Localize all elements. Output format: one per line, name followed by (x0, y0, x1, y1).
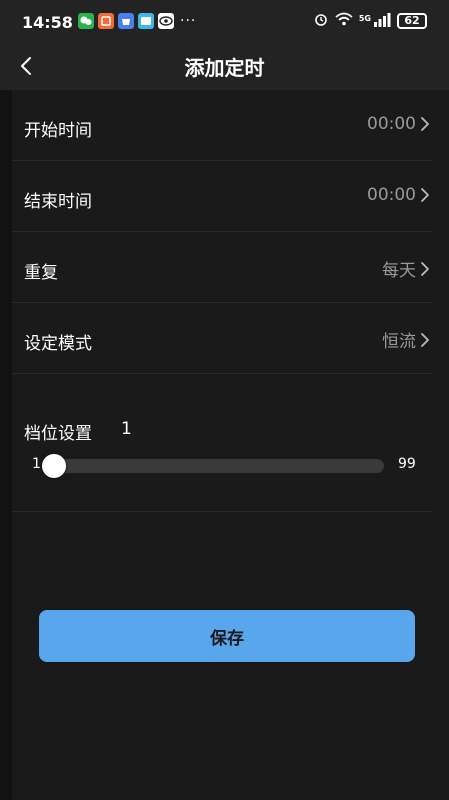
end-time-value-wrap: 00:00 (367, 185, 432, 205)
repeat-label: 重复 (24, 263, 58, 283)
eye-icon (158, 13, 174, 29)
gear-value: 1 (121, 419, 132, 439)
status-right: 5G 62 (313, 11, 427, 31)
mode-value: 恒流 (382, 332, 416, 352)
content-area: 开始时间 00:00 结束时间 00:00 重复 每天 设定模式 恒流 档位设置… (12, 90, 449, 800)
more-notifications-icon: ··· (180, 13, 197, 29)
end-time-row[interactable]: 结束时间 00:00 (12, 161, 432, 232)
screen: 14:58 ··· 5G 62 添加定时 开始时间 00:00 结束时间 00:… (0, 0, 449, 800)
repeat-value: 每天 (382, 261, 416, 281)
status-bar: 14:58 ··· 5G 62 (0, 0, 449, 42)
wechat-icon (78, 13, 94, 29)
page-title: 添加定时 (184, 56, 265, 80)
mode-label: 设定模式 (24, 334, 92, 354)
wifi-icon (335, 11, 353, 31)
repeat-value-wrap: 每天 (382, 256, 432, 281)
start-time-row[interactable]: 开始时间 00:00 (12, 90, 432, 161)
gear-slider-track[interactable] (42, 454, 384, 478)
end-time-label: 结束时间 (24, 192, 92, 212)
status-time: 14:58 (22, 13, 73, 32)
signal-icon (373, 12, 391, 31)
notification-icons: ··· (78, 13, 196, 29)
end-time-value: 00:00 (367, 185, 416, 205)
slider-max-label: 99 (398, 456, 416, 472)
alarm-icon (313, 11, 329, 31)
message-icon (138, 13, 154, 29)
chevron-right-icon (418, 330, 432, 350)
slider-min-label: 1 (32, 456, 41, 472)
start-time-value-wrap: 00:00 (367, 114, 432, 134)
chevron-right-icon (418, 259, 432, 279)
start-time-label: 开始时间 (24, 121, 92, 141)
chevron-right-icon (418, 185, 432, 205)
battery-icon: 62 (397, 13, 427, 29)
network-type-label: 5G (358, 13, 371, 23)
gear-setting-section: 档位设置 1 1 99 (12, 395, 432, 512)
repeat-row[interactable]: 重复 每天 (12, 232, 432, 303)
start-time-value: 00:00 (367, 114, 416, 134)
gear-slider-thumb[interactable] (42, 454, 66, 478)
save-button[interactable]: 保存 (39, 610, 415, 662)
taobao-icon (98, 13, 114, 29)
header: 添加定时 (0, 42, 449, 90)
shopping-icon (118, 13, 134, 29)
gear-label: 档位设置 (24, 424, 92, 444)
mode-value-wrap: 恒流 (382, 327, 432, 352)
chevron-right-icon (418, 114, 432, 134)
mode-row[interactable]: 设定模式 恒流 (12, 303, 432, 374)
